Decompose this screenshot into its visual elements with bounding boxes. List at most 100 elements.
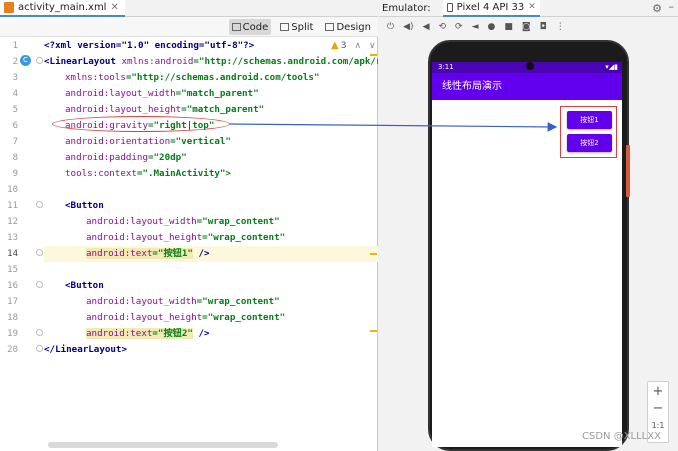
attr-value: ="wrap_content"	[196, 296, 280, 307]
line-number: 7	[12, 137, 18, 147]
code-line-11: <Button	[65, 198, 104, 214]
rotate-left-icon[interactable]: ⟲	[438, 22, 446, 32]
fold-icon[interactable]	[36, 345, 43, 352]
editor-tab-bar: activity_main.xml ✕	[0, 0, 378, 17]
camera-icon[interactable]: ◙	[522, 22, 531, 32]
attr-name: xmlns:android	[121, 56, 194, 67]
fold-icon[interactable]	[36, 329, 43, 336]
attr-value: ="按钮2"	[152, 328, 193, 339]
editor-toolbar: Code Split Design	[0, 17, 378, 37]
file-tab-activity-main[interactable]: activity_main.xml ✕	[0, 0, 125, 17]
code-line-8: android:padding="20dp"	[65, 150, 187, 166]
attr-name: xmlns:tools	[65, 72, 126, 83]
zoom-ratio-button[interactable]: 1:1	[648, 421, 668, 430]
code-area[interactable]: <?xml version="1.0" encoding="utf-8"?> <…	[44, 37, 378, 439]
attr-value: ="http://schemas.android.com/tools"	[125, 72, 320, 83]
code-line-3: xmlns:tools="http://schemas.android.com/…	[65, 70, 319, 86]
gravity-annotation-ellipse	[52, 116, 230, 132]
line-number: 20	[7, 345, 18, 355]
design-view-button[interactable]: Design	[322, 19, 374, 35]
fold-icon[interactable]	[36, 57, 43, 64]
line-number: 15	[7, 265, 18, 275]
back-icon[interactable]: ◄	[472, 22, 479, 32]
emulator-label: Emulator:	[382, 2, 431, 14]
line-number: 11	[7, 201, 18, 211]
button-open-tag: <Button	[65, 200, 104, 211]
attr-name: android:padding	[65, 152, 148, 163]
power-icon[interactable]: ⏻	[387, 22, 394, 32]
attr-value: ="20dp"	[147, 152, 187, 163]
snapshot-icon[interactable]: ◘	[540, 22, 547, 32]
code-editor-pane: activity_main.xml ✕ Code Split Design C …	[0, 0, 378, 451]
split-view-button[interactable]: Split	[277, 19, 316, 35]
camera-cutout-icon	[526, 62, 534, 70]
attr-name: android:text	[86, 248, 153, 259]
line-number: 2	[12, 57, 18, 67]
code-line-7: android:orientation="vertical"	[65, 134, 231, 150]
split-view-icon	[280, 23, 290, 31]
attr-value: ="wrap_content"	[196, 216, 280, 227]
xml-file-icon	[4, 2, 14, 13]
code-line-4: android:layout_width="match_parent"	[65, 86, 259, 102]
line-number: 19	[7, 329, 18, 339]
code-view-button[interactable]: Code	[228, 19, 272, 35]
fold-icon[interactable]	[36, 201, 43, 208]
code-line-2: <LinearLayout xmlns:android="http://sche…	[44, 54, 378, 70]
volume-down-icon[interactable]: ◀	[423, 22, 430, 32]
warning-marker[interactable]	[370, 54, 377, 56]
code-line-9: tools:context=".MainActivity">	[65, 166, 231, 182]
class-gutter-icon[interactable]: C	[20, 55, 31, 66]
app-bar: 线性布局演示	[432, 73, 622, 100]
attr-name: android:layout_height	[65, 104, 182, 115]
close-icon[interactable]: ✕	[528, 2, 536, 12]
home-icon[interactable]: ●	[488, 22, 496, 32]
buttons-annotation-box	[560, 106, 617, 158]
zoom-in-button[interactable]: +	[648, 384, 668, 399]
attr-name: android:layout_width	[86, 296, 197, 307]
gear-icon[interactable]: ⚙	[652, 2, 662, 15]
warning-marker[interactable]	[370, 253, 377, 255]
button-open-tag: <Button	[65, 280, 104, 291]
line-number: 16	[7, 281, 18, 291]
attr-name: tools:context	[65, 168, 137, 179]
linearlayout-close-tag: </LinearLayout>	[44, 344, 127, 355]
line-number: 1	[12, 41, 18, 51]
code-line-13: android:layout_height="wrap_content"	[86, 230, 285, 246]
attr-value: ="vertical"	[170, 136, 231, 147]
xml-declaration: <?xml version="1.0" encoding="utf-8"?>	[44, 40, 255, 51]
attr-name: android:text	[86, 328, 153, 339]
line-number: 4	[12, 89, 18, 99]
line-number: 13	[7, 233, 18, 243]
attr-value: ="按钮1"	[152, 248, 193, 259]
device-tab[interactable]: Pixel 4 API 33 ✕	[442, 0, 540, 17]
code-view-label: Code	[242, 21, 269, 33]
horizontal-scrollbar[interactable]	[48, 442, 278, 448]
app-title: 线性布局演示	[442, 81, 502, 92]
line-number: 17	[7, 297, 18, 307]
signal-battery-icon: ▾◢▮	[605, 63, 618, 71]
file-tab-label: activity_main.xml	[18, 2, 107, 13]
line-number: 8	[12, 153, 18, 163]
attr-value: ="http://schemas.android.com/apk/res	[193, 56, 378, 67]
attr-name: android:orientation	[65, 136, 171, 147]
phone-side-button	[626, 145, 630, 197]
warning-marker[interactable]	[370, 330, 377, 332]
line-number: 10	[7, 185, 18, 195]
volume-up-icon[interactable]: ◀)	[403, 22, 413, 32]
fold-icon[interactable]	[36, 249, 43, 256]
tag-close: />	[192, 248, 210, 259]
rotate-right-icon[interactable]: ⟳	[455, 22, 463, 32]
code-line-19: android:text="按钮2" />	[86, 326, 210, 342]
minimize-icon[interactable]: –	[669, 0, 675, 13]
design-view-icon	[325, 23, 335, 31]
attr-value: ="match_parent"	[181, 104, 265, 115]
zoom-out-button[interactable]: −	[648, 401, 668, 416]
emulator-tab-bar: Emulator: Pixel 4 API 33 ✕ ⚙ –	[379, 0, 678, 17]
fold-icon[interactable]	[36, 281, 43, 288]
code-line-14: android:text="按钮1" />	[44, 246, 378, 262]
status-time: 3:11	[438, 63, 454, 71]
overview-icon[interactable]: ■	[504, 22, 513, 32]
more-icon[interactable]: ⋮	[556, 22, 565, 32]
code-line-16: <Button	[65, 278, 104, 294]
close-icon[interactable]: ✕	[110, 2, 118, 13]
